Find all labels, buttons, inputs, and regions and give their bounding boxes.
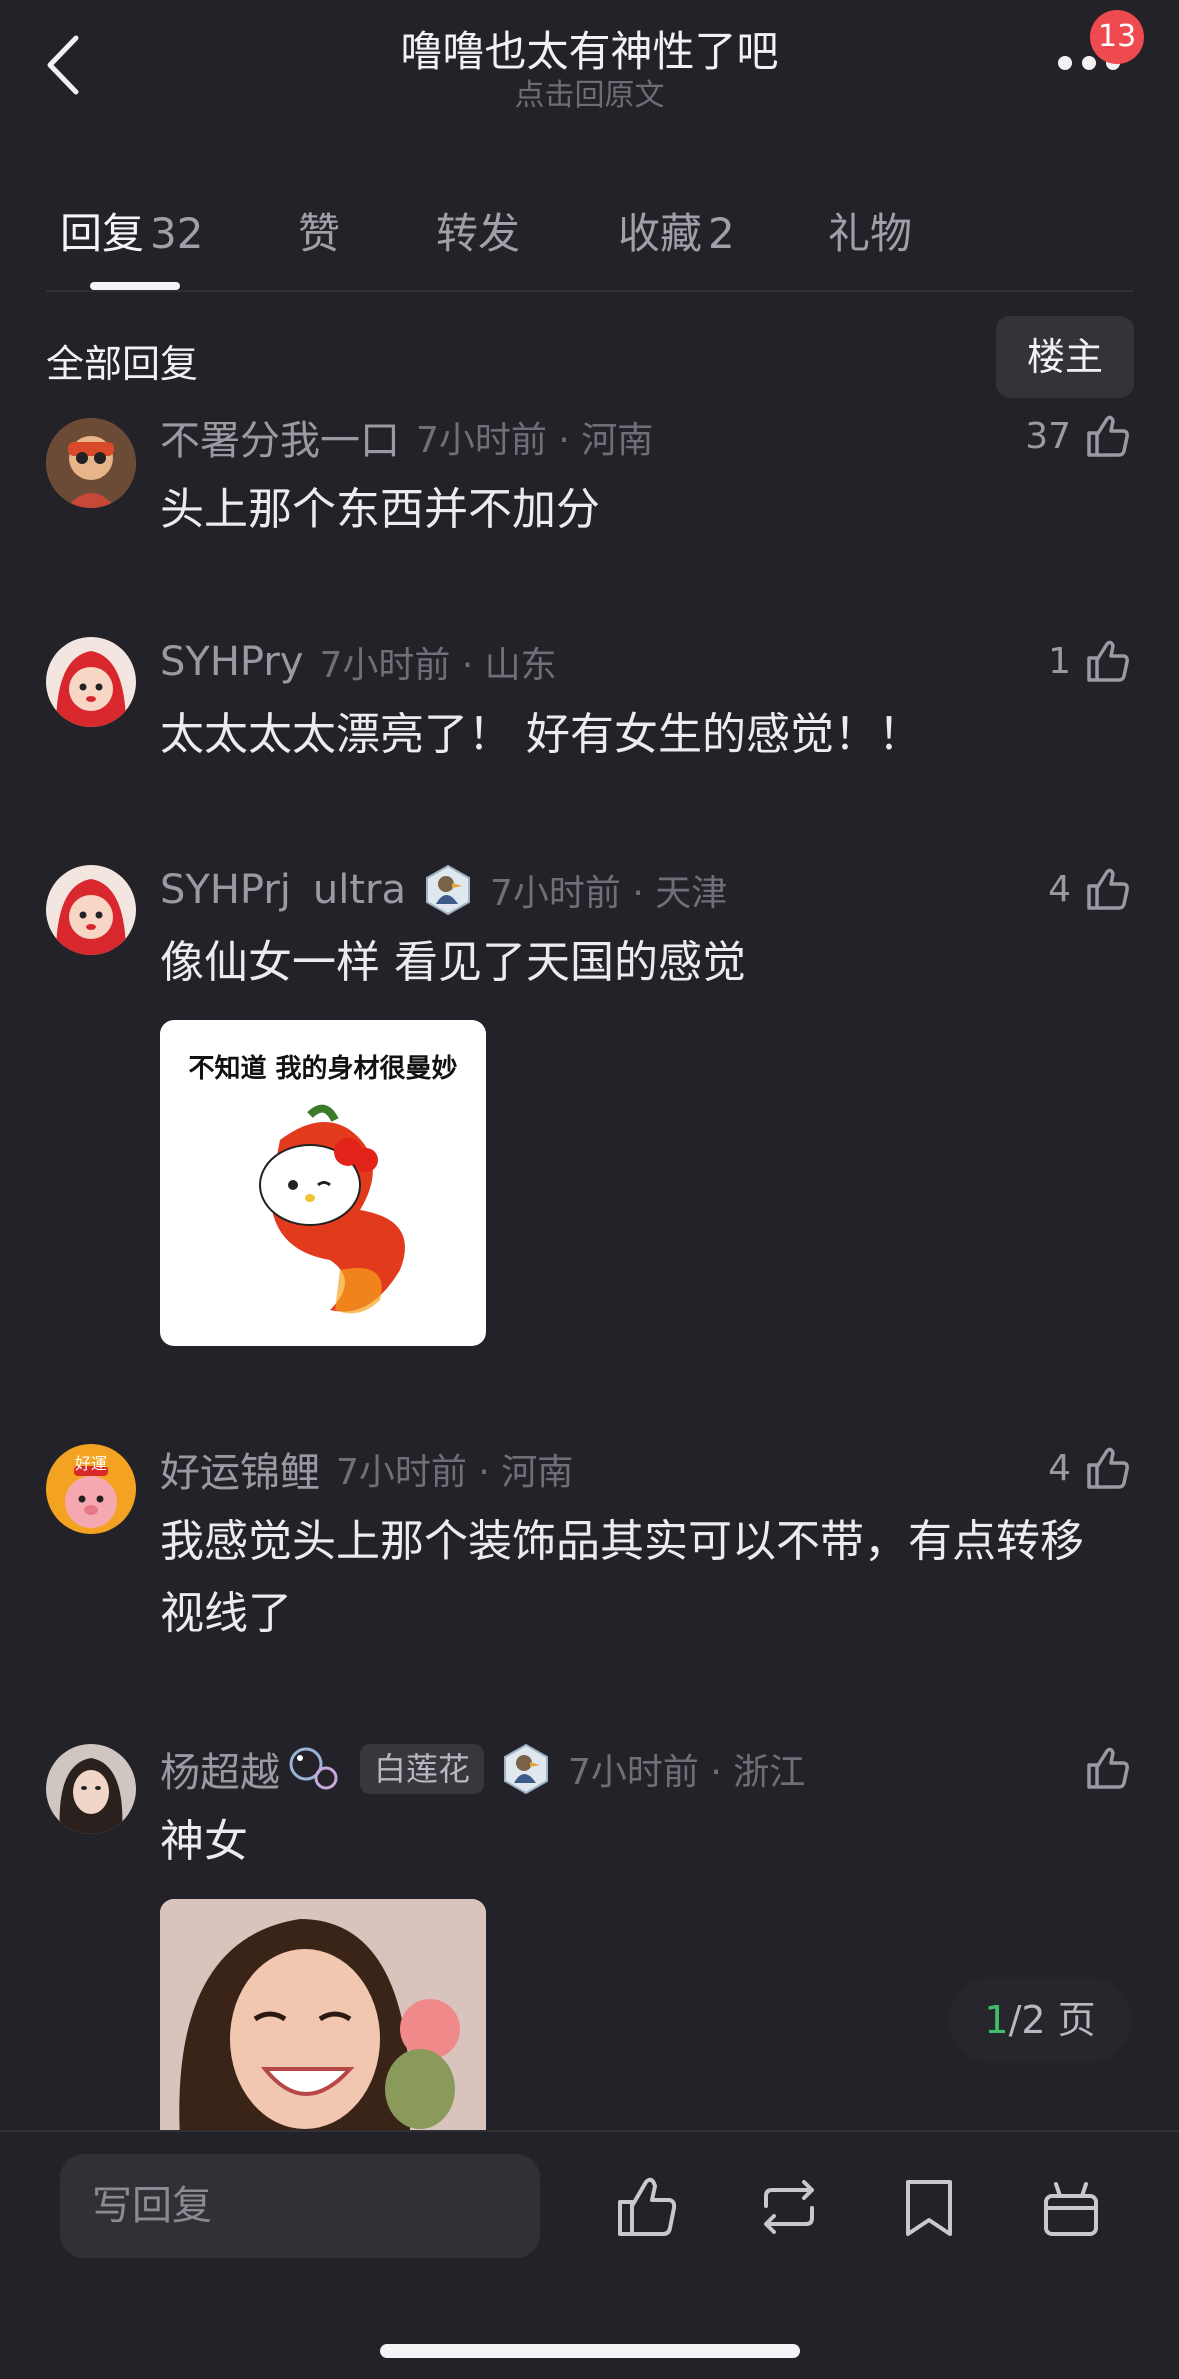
thumbs-up-icon[interactable] <box>612 2172 682 2242</box>
repost-icon[interactable] <box>754 2172 824 2242</box>
avatar[interactable] <box>46 418 136 508</box>
avatar-image-icon <box>46 1744 136 1834</box>
thumbs-up-icon <box>1087 1447 1129 1489</box>
reply-input[interactable]: 写回复 <box>60 2154 540 2258</box>
username-suffix: ultra <box>312 867 406 913</box>
tab-favorites[interactable]: 收藏 2 <box>618 200 735 261</box>
username[interactable]: 不署分我一口 <box>160 408 400 466</box>
like-button[interactable] <box>1083 1740 1133 1796</box>
like-button[interactable]: 37 <box>1025 408 1133 464</box>
more-dots-icon <box>1058 56 1072 70</box>
user-tag: 白莲花 <box>360 1744 485 1794</box>
tab-count: 2 <box>708 209 735 258</box>
comment-meta: SYHPry 7小时前 · 山东 <box>160 637 557 687</box>
total-pages: /2 页 <box>1008 1998 1096 2042</box>
timestamp-location: 7小时前 · 河南 <box>416 420 654 461</box>
username[interactable]: 好运锦鲤 <box>160 1440 320 1498</box>
hello-kitty-pepper-icon <box>259 1104 405 1314</box>
tab-gifts[interactable]: 礼物 <box>828 200 912 261</box>
user-level-badge-icon <box>504 1743 549 1795</box>
avatar-image-icon <box>46 637 136 727</box>
like-button[interactable]: 4 <box>1048 861 1133 917</box>
comment-item: 杨超越 白莲花 7小时前 · 浙江 神女 <box>0 1743 1179 2139</box>
divider <box>46 290 1134 292</box>
timestamp-location: 7小时前 · 浙江 <box>568 1752 806 1793</box>
page-indicator[interactable]: 1/2 页 <box>948 1978 1132 2062</box>
comment-sticker-image[interactable]: 不知道 我的身材很曼妙 <box>160 1020 486 1346</box>
comment-text: 我感觉头上那个装饰品其实可以不带，有点转移视线了 <box>160 1516 1084 1639</box>
comment-text: 像仙女一样 看见了天国的感觉 <box>160 937 746 988</box>
bottom-action-bar: 写回复 <box>0 2130 1179 2379</box>
tab-reposts[interactable]: 转发 <box>436 200 520 261</box>
current-page: 1 <box>984 1998 1009 2042</box>
owner-filter-button[interactable]: 楼主 <box>996 316 1134 398</box>
active-tab-indicator <box>90 282 180 290</box>
avatar-text: 好運 <box>74 1454 107 1473</box>
like-button[interactable]: 4 <box>1048 1440 1133 1496</box>
tab-replies[interactable]: 回复 32 <box>60 200 203 261</box>
like-count: 4 <box>1048 868 1071 910</box>
comment-text: 太太太太漂亮了！ 好有女生的感觉！！ <box>160 709 922 760</box>
like-count: 1 <box>1048 640 1071 682</box>
comment-meta: SYHPrj ultra 7小时前 · 天津 <box>160 864 728 916</box>
timestamp-location: 7小时前 · 天津 <box>490 873 728 914</box>
tab-likes[interactable]: 赞 <box>298 200 340 261</box>
gift-icon[interactable] <box>1036 2172 1106 2242</box>
thumbs-up-icon <box>1087 868 1129 910</box>
thumbs-up-icon <box>1087 415 1129 457</box>
bookmark-icon[interactable] <box>894 2172 964 2242</box>
comment-meta: 不署分我一口 7小时前 · 河南 <box>160 412 654 464</box>
photo-image-icon <box>160 1899 486 2139</box>
like-button[interactable]: 1 <box>1048 633 1133 689</box>
back-to-original-link[interactable]: 点击回原文 <box>0 70 1179 114</box>
comment-meta: 好运锦鲤 7小时前 · 河南 <box>160 1444 574 1496</box>
section-title: 全部回复 <box>46 342 199 386</box>
username[interactable]: SYHPry <box>160 639 303 685</box>
avatar[interactable]: 好運 <box>46 1444 136 1534</box>
comment-text: 头上那个东西并不加分 <box>160 484 600 535</box>
comment-item: 不署分我一口 7小时前 · 河南 37 头上那个东西并不加分 <box>0 412 1179 592</box>
like-count: 4 <box>1048 1447 1071 1489</box>
avatar[interactable] <box>46 1744 136 1834</box>
like-count: 37 <box>1025 415 1071 457</box>
avatar-image-icon <box>46 865 136 955</box>
comment-text: 神女 <box>160 1816 248 1867</box>
tab-count: 32 <box>150 209 204 258</box>
avatar-image-icon <box>46 418 136 508</box>
bubbles-badge-icon <box>289 1747 338 1790</box>
username[interactable]: SYHPrj <box>160 867 291 913</box>
user-level-badge-icon <box>426 864 470 916</box>
thumbs-up-icon <box>1087 1747 1129 1789</box>
avatar[interactable] <box>46 865 136 955</box>
notification-badge: 13 <box>1090 10 1145 64</box>
comment-item: SYHPry 7小时前 · 山东 1 太太太太漂亮了！ 好有女生的感觉！！ <box>0 637 1179 817</box>
thumbs-up-icon <box>1087 640 1129 682</box>
username[interactable]: 杨超越 <box>160 1740 280 1798</box>
timestamp-location: 7小时前 · 河南 <box>336 1452 574 1493</box>
tab-bar: 回复 32 赞 转发 收藏 2 礼物 <box>0 190 1179 290</box>
comment-meta: 杨超越 白莲花 7小时前 · 浙江 <box>160 1743 806 1796</box>
top-nav-bar: 噜噜也太有神性了吧 点击回原文 13 <box>0 0 1179 150</box>
avatar[interactable] <box>46 637 136 727</box>
comment-item: SYHPrj ultra 7小时前 · 天津 4 像仙女一样 看见了天国的感觉 … <box>0 864 1179 1365</box>
comment-photo[interactable] <box>160 1899 486 2139</box>
timestamp-location: 7小时前 · 山东 <box>319 645 557 686</box>
home-indicator <box>380 2344 800 2358</box>
comment-item: 好運 好运锦鲤 7小时前 · 河南 4 我感觉头上那个装饰品其实可以不带，有点转… <box>0 1444 1179 1674</box>
